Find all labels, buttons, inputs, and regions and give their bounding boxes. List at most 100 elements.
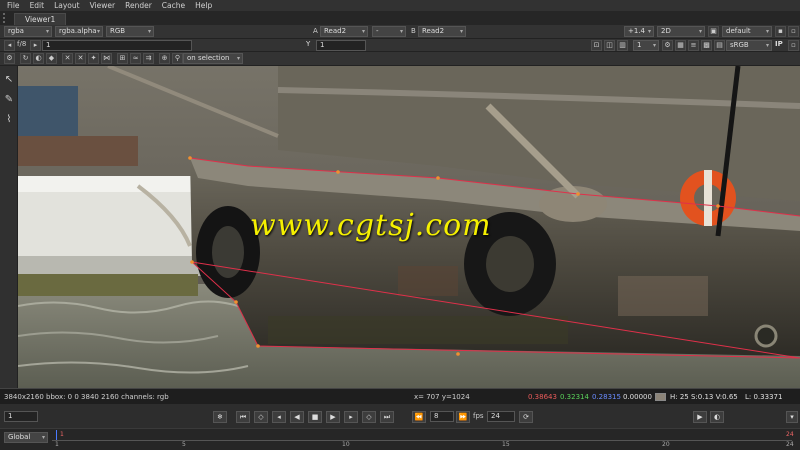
input-process-label[interactable]: IP bbox=[775, 39, 783, 50]
render-icon[interactable]: ◐ bbox=[710, 411, 724, 423]
menu-help[interactable]: Help bbox=[190, 0, 217, 11]
proxy-dropdown[interactable]: 1 ▾ bbox=[633, 40, 659, 51]
fstop-step-icon[interactable]: ▸ bbox=[30, 40, 41, 51]
panel-options-icon[interactable]: ▫ bbox=[788, 40, 799, 51]
cusp-icon[interactable]: ✕ bbox=[75, 53, 86, 64]
menu-file[interactable]: File bbox=[2, 0, 25, 11]
compare-mode-dropdown[interactable]: - ▾ bbox=[372, 26, 406, 37]
fps-input[interactable]: 24 bbox=[487, 411, 515, 422]
skip-back-increment-icon[interactable]: ⏪ bbox=[412, 411, 426, 423]
timeline-options-icon[interactable]: ▾ bbox=[786, 411, 798, 423]
feather-icon[interactable]: ↻ bbox=[20, 53, 31, 64]
grid-icon[interactable]: ▦ bbox=[675, 40, 686, 51]
fstop-toggle-icon[interactable]: ◂ bbox=[4, 40, 15, 51]
timeline-tick: 10 bbox=[342, 441, 350, 448]
lines-icon[interactable]: ≡ bbox=[688, 40, 699, 51]
settings-gear-icon[interactable]: ⚙ bbox=[662, 40, 673, 51]
wave-icon[interactable]: ≈ bbox=[130, 53, 141, 64]
viewer-canvas[interactable]: www.cgtsj.com bbox=[18, 66, 800, 388]
first-frame-icon[interactable]: ⏮ bbox=[236, 411, 250, 423]
view-mode-dropdown[interactable]: 2D ▾ bbox=[657, 26, 705, 37]
input-b-dropdown[interactable]: Read2 ▾ bbox=[418, 26, 466, 37]
proxy-toggle-icon[interactable]: ▥ bbox=[617, 40, 628, 51]
pixel-color-swatch bbox=[655, 393, 666, 401]
label-points-icon[interactable]: ⚲ bbox=[172, 53, 183, 64]
panel-grip-icon[interactable] bbox=[3, 13, 11, 23]
display-channels-value: RGB bbox=[110, 27, 126, 35]
skip-forward-increment-icon[interactable]: ⏩ bbox=[456, 411, 470, 423]
input-a-dropdown[interactable]: Read2 ▾ bbox=[320, 26, 368, 37]
menu-viewer[interactable]: Viewer bbox=[85, 0, 121, 11]
select-arrow-icon[interactable]: ↖ bbox=[2, 72, 16, 88]
tab-viewer1[interactable]: Viewer1 bbox=[14, 13, 67, 25]
colorspace-dropdown[interactable]: sRGB ▾ bbox=[726, 40, 772, 51]
timeline-ruler[interactable]: Global ▾ 1 24 1 5 10 15 20 24 bbox=[0, 428, 800, 450]
playback-controls: 1 ❄ ⏮ ◇ ◂ ◀ ■ ▶ ▸ ◇ ⏭ ⏪ 8 ⏩ fps 24 ⟳ ▶ ◐… bbox=[0, 404, 800, 428]
roto-settings-gear-icon[interactable]: ⚙ bbox=[4, 53, 15, 64]
chevron-down-icon: ▾ bbox=[41, 434, 45, 441]
smooth-icon[interactable]: ✦ bbox=[88, 53, 99, 64]
transform-jack-icon[interactable]: ⊞ bbox=[117, 53, 128, 64]
chevron-down-icon: ▾ bbox=[361, 28, 365, 35]
region-of-interest-icon[interactable]: ⊡ bbox=[591, 40, 602, 51]
display-channels-dropdown[interactable]: RGB ▾ bbox=[106, 26, 154, 37]
play-forward-icon[interactable]: ▶ bbox=[326, 411, 340, 423]
prev-keyframe-icon[interactable]: ◇ bbox=[254, 411, 268, 423]
step-back-icon[interactable]: ◂ bbox=[272, 411, 286, 423]
tab-bar: Viewer1 bbox=[0, 11, 800, 25]
left-tool-strip: ↖ ✎ ⌇ bbox=[0, 66, 18, 388]
frame-increment-input[interactable]: 8 bbox=[430, 411, 454, 422]
node-graph-icon[interactable]: ⊕ bbox=[159, 53, 170, 64]
brush-icon[interactable]: ⌇ bbox=[2, 112, 16, 128]
motion-icon[interactable]: ⇉ bbox=[143, 53, 154, 64]
menu-edit[interactable]: Edit bbox=[25, 0, 50, 11]
play-backward-icon[interactable]: ◀ bbox=[290, 411, 304, 423]
timeline-tick: 1 bbox=[55, 441, 59, 448]
minimize-icon[interactable]: ▪ bbox=[775, 26, 786, 37]
selection-mode-dropdown[interactable]: on selection ▾ bbox=[183, 53, 243, 64]
zoom-value: +1.4 bbox=[628, 27, 645, 35]
camera-icon[interactable]: ▣ bbox=[708, 26, 719, 37]
last-frame-icon[interactable]: ⏭ bbox=[380, 411, 394, 423]
lock-icon[interactable]: ◐ bbox=[33, 53, 44, 64]
alpha-channel-dropdown[interactable]: rgba.alpha ▾ bbox=[55, 26, 103, 37]
gamma-input[interactable]: 1 bbox=[316, 40, 366, 51]
flipbook-icon[interactable]: ▶ bbox=[693, 411, 707, 423]
menu-cache[interactable]: Cache bbox=[157, 0, 190, 11]
snowflake-icon[interactable]: ❄ bbox=[213, 411, 227, 423]
chevron-down-icon: ▾ bbox=[459, 28, 463, 35]
pixel-alpha-value: 0.00000 bbox=[623, 393, 652, 401]
timeline-end-marker: 24 bbox=[786, 431, 794, 438]
loop-mode-icon[interactable]: ⟳ bbox=[519, 411, 533, 423]
stop-icon[interactable]: ■ bbox=[308, 411, 322, 423]
chevron-down-icon: ▾ bbox=[652, 42, 656, 49]
input-b-label: B bbox=[411, 27, 416, 35]
timeline-tick: 20 bbox=[662, 441, 670, 448]
info-bar: 3840x2160 bbox: 0 0 3840 2160 channels: … bbox=[0, 388, 800, 404]
menu-layout[interactable]: Layout bbox=[49, 0, 85, 11]
current-frame-input[interactable]: 1 bbox=[4, 411, 38, 422]
mask-overlay-icon[interactable]: ◫ bbox=[604, 40, 615, 51]
gain-input[interactable]: 1 bbox=[42, 40, 192, 51]
timeline-tick: 15 bbox=[502, 441, 510, 448]
selection-mode-value: on selection bbox=[187, 54, 230, 62]
zoom-dropdown[interactable]: +1.4 ▾ bbox=[624, 26, 654, 37]
next-keyframe-icon[interactable]: ◇ bbox=[362, 411, 376, 423]
timeline-start-marker: 1 bbox=[60, 431, 64, 438]
ripple-icon[interactable]: ◆ bbox=[46, 53, 57, 64]
watermark-text: www.cgtsj.com bbox=[250, 208, 492, 243]
display-icon[interactable]: ▤ bbox=[714, 40, 725, 51]
roto-toolbar: ⚙ ↻ ◐ ◆ ✕ ✕ ✦ ⋈ ⊞ ≈ ⇉ ⊕ ⚲ on selection ▾ bbox=[0, 52, 800, 66]
input-b-value: Read2 bbox=[422, 27, 445, 35]
maximize-icon[interactable]: ▫ bbox=[788, 26, 799, 37]
timeline-range-dropdown[interactable]: Global ▾ bbox=[4, 432, 48, 443]
chevron-down-icon: ▾ bbox=[765, 28, 769, 35]
step-forward-icon[interactable]: ▸ bbox=[344, 411, 358, 423]
checkerboard-icon[interactable]: ▩ bbox=[701, 40, 712, 51]
delete-point-icon[interactable]: ✕ bbox=[62, 53, 73, 64]
break-icon[interactable]: ⋈ bbox=[101, 53, 112, 64]
channel-set-dropdown[interactable]: rgba ▾ bbox=[4, 26, 52, 37]
lut-preset-dropdown[interactable]: default ▾ bbox=[722, 26, 772, 37]
menu-render[interactable]: Render bbox=[120, 0, 157, 11]
bezier-pen-icon[interactable]: ✎ bbox=[2, 92, 16, 108]
